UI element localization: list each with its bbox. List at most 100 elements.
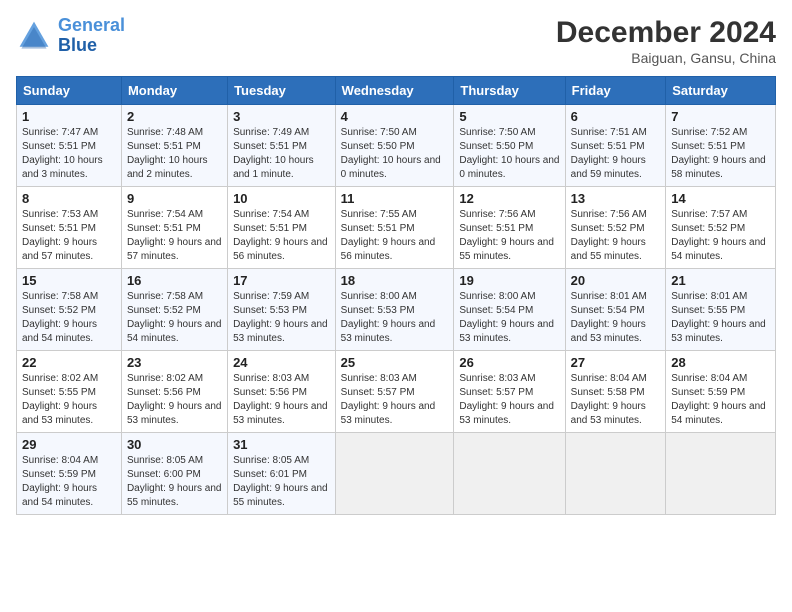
cell-5-4	[335, 433, 454, 515]
month-title: December 2024	[556, 16, 776, 50]
day-info: Sunrise: 8:05 AM Sunset: 6:00 PM Dayligh…	[127, 454, 222, 510]
day-number: 6	[571, 109, 661, 124]
cell-1-3: 3 Sunrise: 7:49 AM Sunset: 5:51 PM Dayli…	[228, 105, 336, 187]
col-thursday: Thursday	[454, 77, 565, 105]
logo-text: General Blue	[58, 16, 125, 56]
cell-3-4: 18 Sunrise: 8:00 AM Sunset: 5:53 PM Dayl…	[335, 269, 454, 351]
calendar-table: Sunday Monday Tuesday Wednesday Thursday…	[16, 76, 776, 515]
day-number: 10	[233, 191, 330, 206]
day-number: 25	[341, 355, 449, 370]
day-number: 2	[127, 109, 222, 124]
cell-4-5: 26 Sunrise: 8:03 AM Sunset: 5:57 PM Dayl…	[454, 351, 565, 433]
cell-5-6	[565, 433, 666, 515]
cell-1-6: 6 Sunrise: 7:51 AM Sunset: 5:51 PM Dayli…	[565, 105, 666, 187]
day-number: 8	[22, 191, 116, 206]
cell-1-1: 1 Sunrise: 7:47 AM Sunset: 5:51 PM Dayli…	[17, 105, 122, 187]
day-number: 5	[459, 109, 559, 124]
calendar-header-row: Sunday Monday Tuesday Wednesday Thursday…	[17, 77, 776, 105]
col-wednesday: Wednesday	[335, 77, 454, 105]
day-number: 15	[22, 273, 116, 288]
cell-5-7	[666, 433, 776, 515]
logo-icon	[16, 18, 52, 54]
day-info: Sunrise: 8:00 AM Sunset: 5:54 PM Dayligh…	[459, 290, 559, 346]
day-info: Sunrise: 7:53 AM Sunset: 5:51 PM Dayligh…	[22, 208, 116, 264]
cell-5-3: 31 Sunrise: 8:05 AM Sunset: 6:01 PM Dayl…	[228, 433, 336, 515]
day-number: 13	[571, 191, 661, 206]
day-number: 14	[671, 191, 770, 206]
cell-2-5: 12 Sunrise: 7:56 AM Sunset: 5:51 PM Dayl…	[454, 187, 565, 269]
day-number: 31	[233, 437, 330, 452]
day-number: 9	[127, 191, 222, 206]
cell-2-4: 11 Sunrise: 7:55 AM Sunset: 5:51 PM Dayl…	[335, 187, 454, 269]
day-number: 28	[671, 355, 770, 370]
day-info: Sunrise: 7:49 AM Sunset: 5:51 PM Dayligh…	[233, 126, 330, 182]
day-info: Sunrise: 8:02 AM Sunset: 5:55 PM Dayligh…	[22, 372, 116, 428]
day-info: Sunrise: 8:04 AM Sunset: 5:59 PM Dayligh…	[671, 372, 770, 428]
week-row-2: 8 Sunrise: 7:53 AM Sunset: 5:51 PM Dayli…	[17, 187, 776, 269]
day-info: Sunrise: 8:04 AM Sunset: 5:58 PM Dayligh…	[571, 372, 661, 428]
day-info: Sunrise: 8:01 AM Sunset: 5:54 PM Dayligh…	[571, 290, 661, 346]
day-info: Sunrise: 7:48 AM Sunset: 5:51 PM Dayligh…	[127, 126, 222, 182]
cell-4-2: 23 Sunrise: 8:02 AM Sunset: 5:56 PM Dayl…	[121, 351, 227, 433]
cell-3-7: 21 Sunrise: 8:01 AM Sunset: 5:55 PM Dayl…	[666, 269, 776, 351]
day-info: Sunrise: 8:05 AM Sunset: 6:01 PM Dayligh…	[233, 454, 330, 510]
day-number: 18	[341, 273, 449, 288]
week-row-3: 15 Sunrise: 7:58 AM Sunset: 5:52 PM Dayl…	[17, 269, 776, 351]
day-number: 24	[233, 355, 330, 370]
day-number: 23	[127, 355, 222, 370]
location-subtitle: Baiguan, Gansu, China	[556, 50, 776, 66]
cell-1-4: 4 Sunrise: 7:50 AM Sunset: 5:50 PM Dayli…	[335, 105, 454, 187]
day-number: 11	[341, 191, 449, 206]
day-info: Sunrise: 7:52 AM Sunset: 5:51 PM Dayligh…	[671, 126, 770, 182]
col-friday: Friday	[565, 77, 666, 105]
logo: General Blue	[16, 16, 125, 56]
day-info: Sunrise: 8:01 AM Sunset: 5:55 PM Dayligh…	[671, 290, 770, 346]
day-number: 27	[571, 355, 661, 370]
day-number: 17	[233, 273, 330, 288]
day-info: Sunrise: 7:47 AM Sunset: 5:51 PM Dayligh…	[22, 126, 116, 182]
day-info: Sunrise: 7:50 AM Sunset: 5:50 PM Dayligh…	[341, 126, 449, 182]
cell-1-2: 2 Sunrise: 7:48 AM Sunset: 5:51 PM Dayli…	[121, 105, 227, 187]
day-info: Sunrise: 8:03 AM Sunset: 5:57 PM Dayligh…	[459, 372, 559, 428]
title-block: December 2024 Baiguan, Gansu, China	[556, 16, 776, 66]
col-sunday: Sunday	[17, 77, 122, 105]
day-number: 1	[22, 109, 116, 124]
day-number: 12	[459, 191, 559, 206]
day-number: 21	[671, 273, 770, 288]
cell-5-1: 29 Sunrise: 8:04 AM Sunset: 5:59 PM Dayl…	[17, 433, 122, 515]
day-info: Sunrise: 7:59 AM Sunset: 5:53 PM Dayligh…	[233, 290, 330, 346]
cell-5-5	[454, 433, 565, 515]
day-number: 7	[671, 109, 770, 124]
cell-3-5: 19 Sunrise: 8:00 AM Sunset: 5:54 PM Dayl…	[454, 269, 565, 351]
cell-2-2: 9 Sunrise: 7:54 AM Sunset: 5:51 PM Dayli…	[121, 187, 227, 269]
day-info: Sunrise: 7:56 AM Sunset: 5:51 PM Dayligh…	[459, 208, 559, 264]
day-number: 22	[22, 355, 116, 370]
cell-4-3: 24 Sunrise: 8:03 AM Sunset: 5:56 PM Dayl…	[228, 351, 336, 433]
day-info: Sunrise: 7:50 AM Sunset: 5:50 PM Dayligh…	[459, 126, 559, 182]
cell-3-3: 17 Sunrise: 7:59 AM Sunset: 5:53 PM Dayl…	[228, 269, 336, 351]
cell-1-5: 5 Sunrise: 7:50 AM Sunset: 5:50 PM Dayli…	[454, 105, 565, 187]
day-info: Sunrise: 8:02 AM Sunset: 5:56 PM Dayligh…	[127, 372, 222, 428]
day-info: Sunrise: 7:54 AM Sunset: 5:51 PM Dayligh…	[233, 208, 330, 264]
cell-2-3: 10 Sunrise: 7:54 AM Sunset: 5:51 PM Dayl…	[228, 187, 336, 269]
day-info: Sunrise: 8:03 AM Sunset: 5:56 PM Dayligh…	[233, 372, 330, 428]
day-number: 4	[341, 109, 449, 124]
day-info: Sunrise: 7:51 AM Sunset: 5:51 PM Dayligh…	[571, 126, 661, 182]
cell-4-1: 22 Sunrise: 8:02 AM Sunset: 5:55 PM Dayl…	[17, 351, 122, 433]
day-number: 29	[22, 437, 116, 452]
cell-3-6: 20 Sunrise: 8:01 AM Sunset: 5:54 PM Dayl…	[565, 269, 666, 351]
day-number: 26	[459, 355, 559, 370]
day-number: 30	[127, 437, 222, 452]
page-header: General Blue December 2024 Baiguan, Gans…	[16, 16, 776, 66]
day-info: Sunrise: 7:58 AM Sunset: 5:52 PM Dayligh…	[127, 290, 222, 346]
day-info: Sunrise: 8:04 AM Sunset: 5:59 PM Dayligh…	[22, 454, 116, 510]
cell-3-1: 15 Sunrise: 7:58 AM Sunset: 5:52 PM Dayl…	[17, 269, 122, 351]
day-info: Sunrise: 7:55 AM Sunset: 5:51 PM Dayligh…	[341, 208, 449, 264]
day-info: Sunrise: 7:58 AM Sunset: 5:52 PM Dayligh…	[22, 290, 116, 346]
day-info: Sunrise: 8:00 AM Sunset: 5:53 PM Dayligh…	[341, 290, 449, 346]
cell-2-7: 14 Sunrise: 7:57 AM Sunset: 5:52 PM Dayl…	[666, 187, 776, 269]
day-number: 3	[233, 109, 330, 124]
day-info: Sunrise: 7:57 AM Sunset: 5:52 PM Dayligh…	[671, 208, 770, 264]
day-info: Sunrise: 7:56 AM Sunset: 5:52 PM Dayligh…	[571, 208, 661, 264]
cell-5-2: 30 Sunrise: 8:05 AM Sunset: 6:00 PM Dayl…	[121, 433, 227, 515]
